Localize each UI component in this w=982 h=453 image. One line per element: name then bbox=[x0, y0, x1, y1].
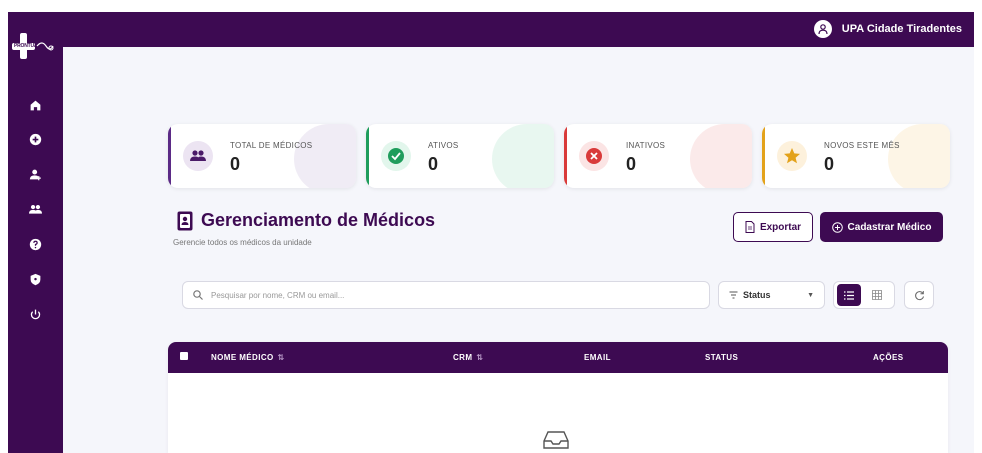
users-icon[interactable] bbox=[27, 201, 43, 217]
user-avatar-icon bbox=[813, 20, 832, 38]
grid-view-button[interactable] bbox=[865, 284, 889, 306]
select-all-checkbox[interactable] bbox=[180, 352, 188, 360]
stat-value: 0 bbox=[626, 154, 637, 174]
column-header-crm[interactable]: CRM ⇅ bbox=[453, 353, 484, 362]
sort-icon: ⇅ bbox=[277, 353, 285, 362]
chevron-down-icon: ▼ bbox=[807, 291, 814, 299]
stat-card-total: TOTAL DE MÉDICOS 0 bbox=[168, 124, 356, 188]
power-icon[interactable] bbox=[27, 306, 43, 322]
sidebar: PRONTUARIO bbox=[8, 12, 63, 453]
stat-label: INATIVOS bbox=[626, 141, 666, 150]
plus-circle-icon bbox=[831, 221, 843, 233]
plus-circle-icon[interactable] bbox=[27, 131, 43, 147]
view-toggle bbox=[833, 281, 895, 309]
page-header: Gerenciamento de Médicos bbox=[177, 210, 435, 231]
refresh-button[interactable] bbox=[904, 281, 934, 309]
column-header-actions: AÇÕES bbox=[873, 353, 904, 362]
page-title: Gerenciamento de Médicos bbox=[201, 210, 436, 230]
stat-label: TOTAL DE MÉDICOS bbox=[230, 141, 313, 150]
column-header-name[interactable]: NOME MÉDICO ⇅ bbox=[211, 353, 285, 362]
file-icon bbox=[745, 221, 755, 233]
help-icon[interactable] bbox=[27, 236, 43, 252]
doctors-table: NOME MÉDICO ⇅ CRM ⇅ EMAIL STATUS AÇÕES bbox=[168, 342, 948, 453]
search-input[interactable] bbox=[211, 290, 691, 300]
check-circle-icon bbox=[381, 141, 411, 171]
home-icon[interactable] bbox=[27, 97, 43, 113]
user-menu[interactable]: UPA Cidade Tiradentes bbox=[813, 20, 962, 38]
grid-icon bbox=[872, 290, 882, 300]
list-icon bbox=[844, 290, 854, 300]
register-doctor-button[interactable]: Cadastrar Médico bbox=[820, 212, 943, 242]
id-badge-icon bbox=[177, 211, 193, 230]
shield-icon[interactable] bbox=[27, 271, 43, 287]
stat-card-active: ATIVOS 0 bbox=[366, 124, 554, 188]
export-label: Exportar bbox=[759, 221, 802, 233]
search-icon bbox=[193, 290, 203, 300]
refresh-icon bbox=[914, 290, 924, 300]
status-filter-label: Status bbox=[743, 290, 771, 300]
stat-value: 0 bbox=[230, 154, 241, 174]
stat-label: NOVOS ESTE MÊS bbox=[824, 141, 900, 150]
unit-name: UPA Cidade Tiradentes bbox=[841, 23, 962, 35]
stat-label: ATIVOS bbox=[428, 141, 459, 150]
status-filter-select[interactable]: Status ▼ bbox=[718, 281, 825, 309]
inbox-icon bbox=[543, 431, 569, 449]
table-header: NOME MÉDICO ⇅ CRM ⇅ EMAIL STATUS AÇÕES bbox=[168, 342, 948, 373]
filter-icon bbox=[729, 291, 738, 299]
user-medical-icon[interactable] bbox=[27, 166, 43, 182]
register-label: Cadastrar Médico bbox=[847, 221, 932, 233]
stat-card-inactive: INATIVOS 0 bbox=[564, 124, 752, 188]
page-subtitle: Gerencie todos os médicos da unidade bbox=[173, 238, 312, 247]
x-circle-icon bbox=[579, 141, 609, 171]
stat-card-new: NOVOS ESTE MÊS 0 bbox=[762, 124, 950, 188]
stethoscope-icon bbox=[36, 42, 54, 51]
stat-value: 0 bbox=[428, 154, 439, 174]
star-icon bbox=[777, 141, 807, 171]
users-icon bbox=[183, 141, 213, 171]
app-logo[interactable]: PRONTUARIO bbox=[10, 31, 60, 61]
column-header-status: STATUS bbox=[705, 353, 739, 362]
sort-icon: ⇅ bbox=[476, 353, 484, 362]
column-header-email: EMAIL bbox=[584, 353, 611, 362]
export-button[interactable]: Exportar bbox=[733, 212, 813, 242]
list-view-button[interactable] bbox=[837, 284, 861, 306]
stat-value: 0 bbox=[824, 154, 835, 174]
search-box bbox=[182, 281, 710, 309]
top-bar: UPA Cidade Tiradentes bbox=[63, 12, 974, 47]
